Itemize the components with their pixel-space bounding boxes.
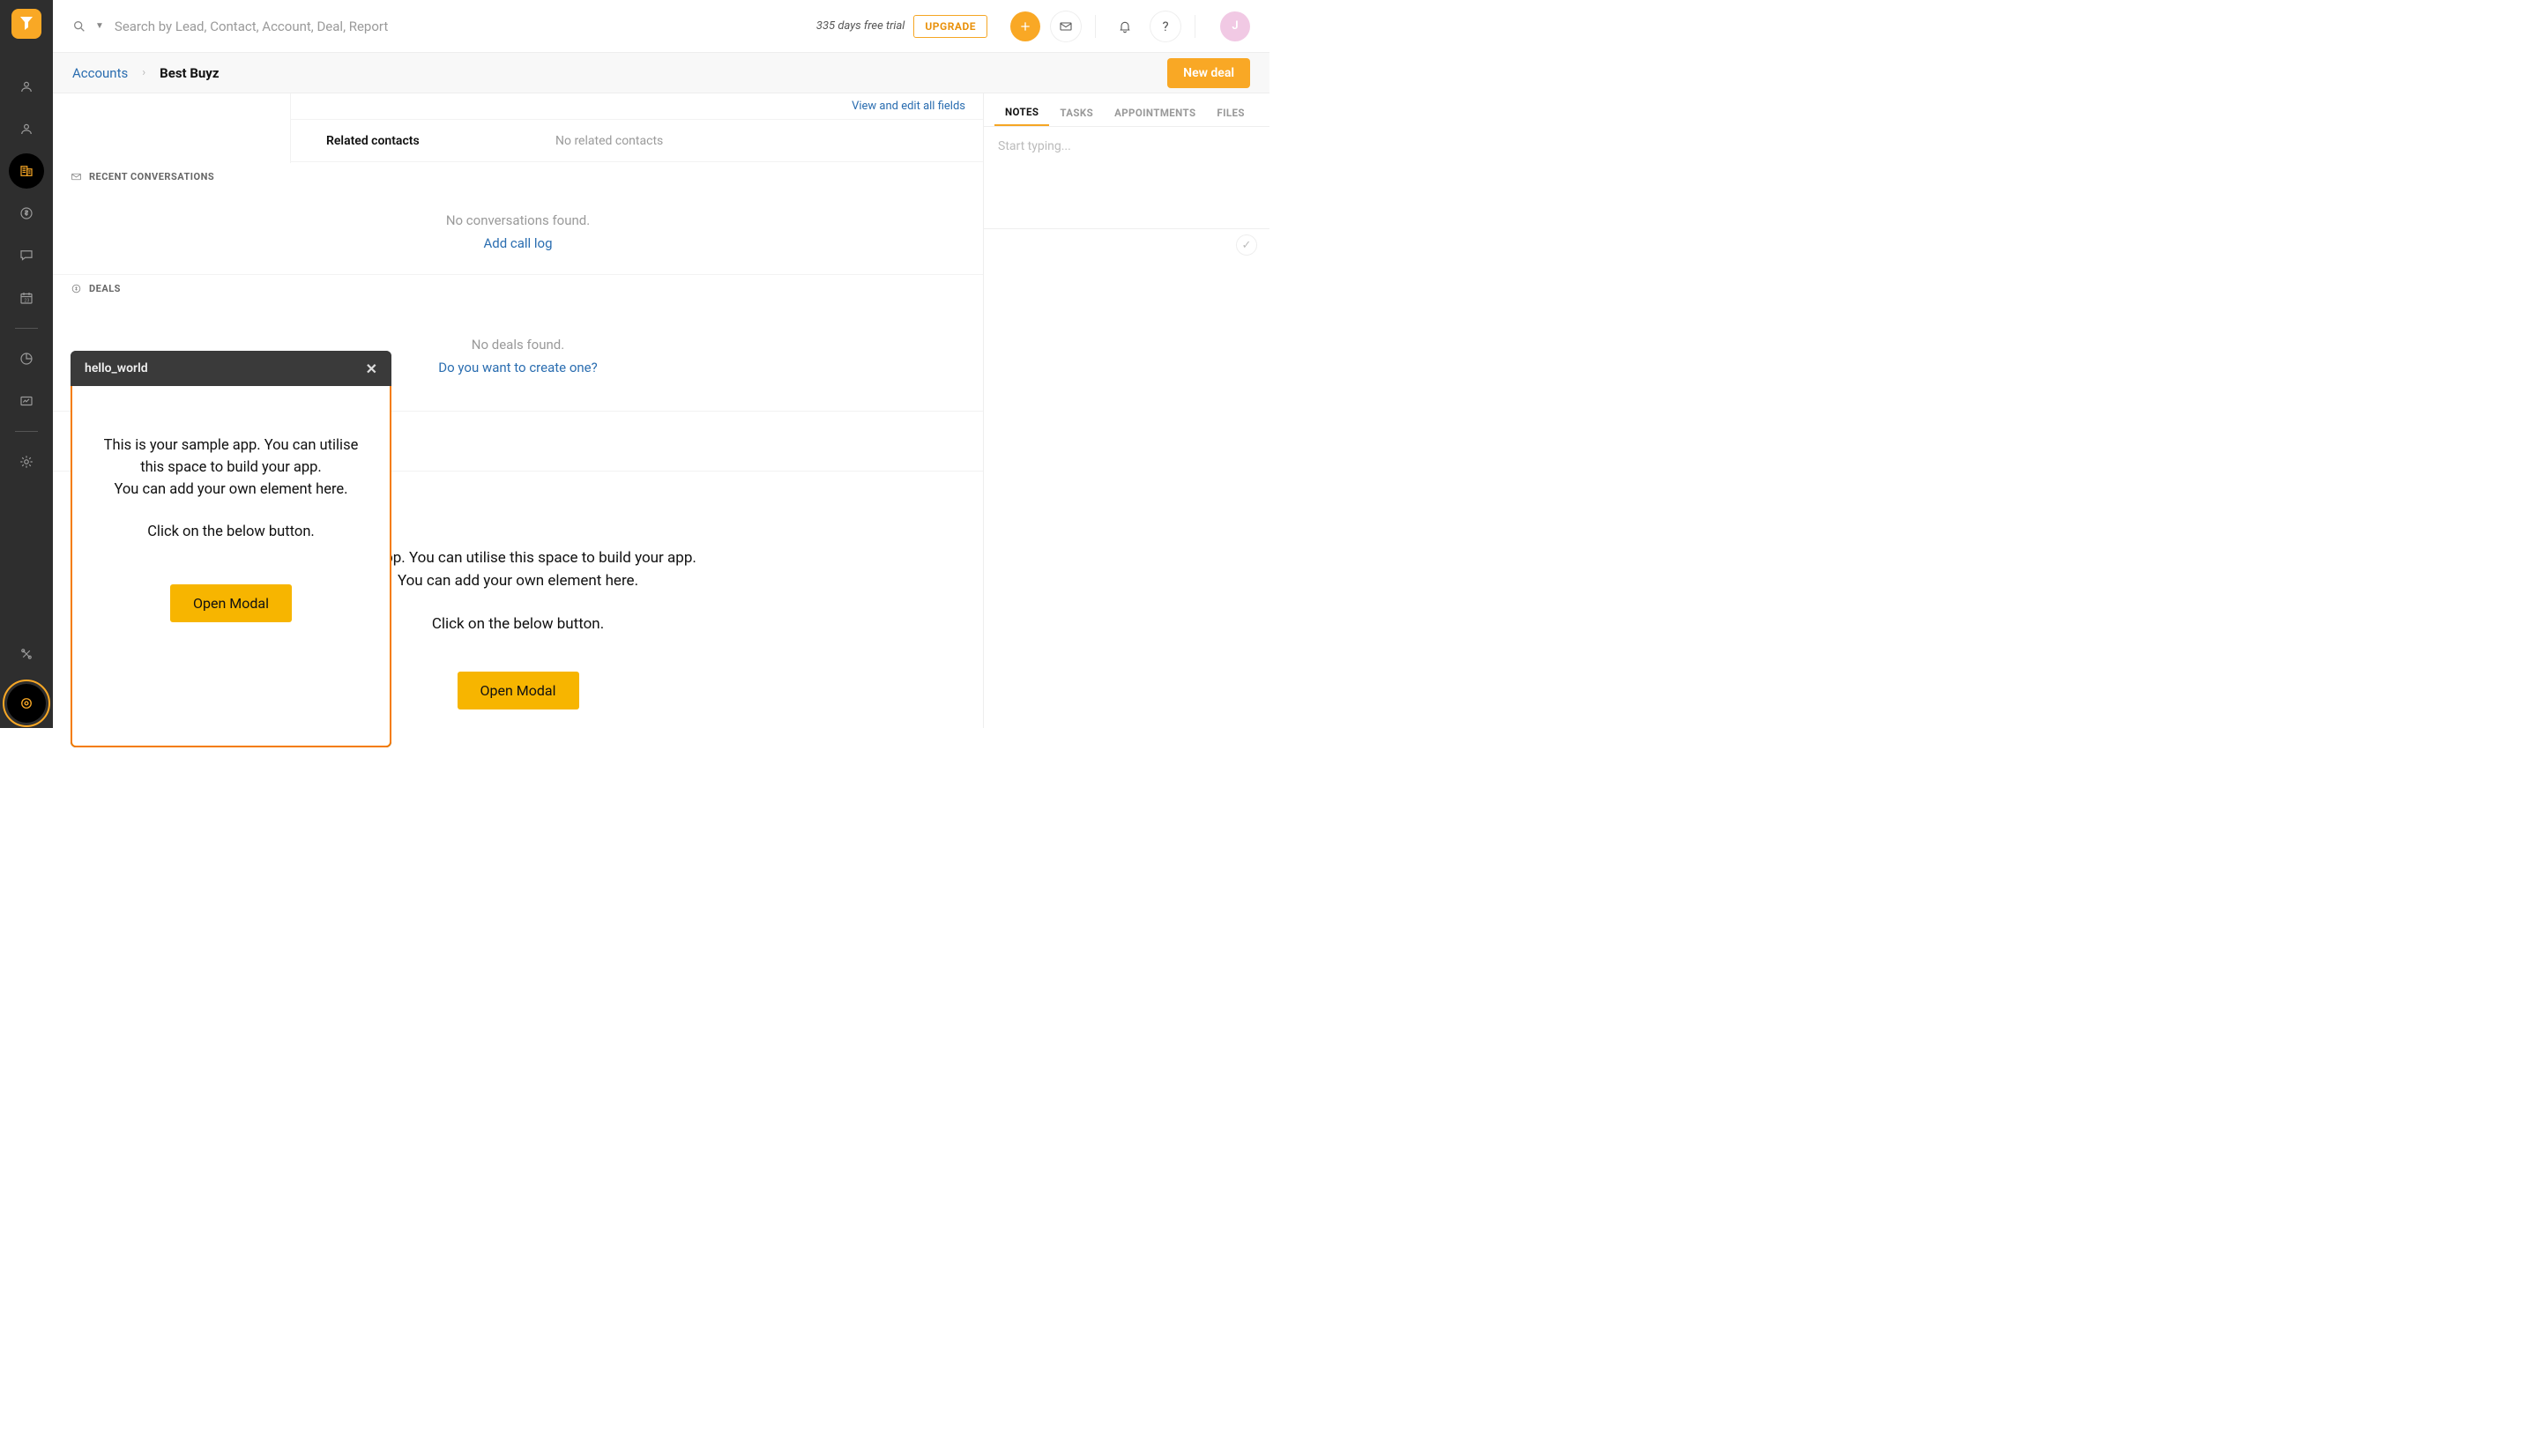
breadcrumb-bar: Accounts › Best Buyz New deal <box>53 53 1270 93</box>
trial-remaining: 335 days free trial <box>816 19 905 33</box>
nav-contacts[interactable] <box>9 111 44 146</box>
open-modal-button-popup[interactable]: Open Modal <box>170 584 292 622</box>
funnel-icon <box>19 16 34 32</box>
help-button[interactable]: ? <box>1150 11 1180 41</box>
nav-reports[interactable] <box>9 341 44 376</box>
nav-integrations[interactable] <box>7 635 46 673</box>
search-icon[interactable] <box>72 19 86 33</box>
view-edit-fields-link[interactable]: View and edit all fields <box>852 100 965 113</box>
breadcrumb-current: Best Buyz <box>160 65 219 81</box>
activity-sidepanel: NOTES TASKS APPOINTMENTS FILES Start typ… <box>983 93 1270 728</box>
nav-divider <box>15 328 38 329</box>
quick-add-button[interactable] <box>1010 11 1040 41</box>
tab-tasks[interactable]: TASKS <box>1049 107 1104 126</box>
close-icon[interactable]: ✕ <box>366 360 377 377</box>
user-avatar[interactable]: J <box>1220 11 1250 41</box>
add-call-log-link[interactable]: Add call log <box>71 235 965 251</box>
envelope-icon <box>71 171 82 182</box>
popup-header[interactable]: hello_world ✕ <box>71 351 391 386</box>
section-deals[interactable]: DEALS <box>53 275 983 301</box>
nav-settings[interactable] <box>9 444 44 479</box>
brand-logo[interactable] <box>11 9 41 39</box>
nav-accounts[interactable] <box>9 153 44 189</box>
nav-marketplace[interactable] <box>7 684 46 723</box>
nav-dashboards[interactable] <box>9 383 44 419</box>
global-search-input[interactable] <box>115 19 485 34</box>
nav-leads[interactable] <box>9 69 44 104</box>
left-nav-rail: 23 <box>0 0 53 728</box>
sidepanel-tabs: NOTES TASKS APPOINTMENTS FILES <box>984 93 1270 127</box>
nav-deals[interactable] <box>9 196 44 231</box>
search-scope-dropdown[interactable]: ▼ <box>95 21 104 31</box>
tab-appointments[interactable]: APPOINTMENTS <box>1104 107 1206 126</box>
email-button[interactable] <box>1051 11 1081 41</box>
nav-conversations[interactable] <box>9 238 44 273</box>
dollar-icon <box>71 283 82 294</box>
related-contacts-value: No related contacts <box>555 134 663 148</box>
conversations-empty: No conversations found. <box>71 212 965 228</box>
related-contacts-row: Related contacts No related contacts <box>291 120 983 162</box>
app-popup: hello_world ✕ This is your sample app. Y… <box>71 351 391 747</box>
save-note-button[interactable]: ✓ <box>1236 234 1257 256</box>
nav-divider-2 <box>15 431 38 432</box>
tab-notes[interactable]: NOTES <box>994 106 1049 126</box>
new-deal-button[interactable]: New deal <box>1167 58 1250 88</box>
topbar: ▼ 335 days free trial UPGRADE ? J <box>53 0 1270 53</box>
notes-editor[interactable]: Start typing... <box>984 127 1270 229</box>
related-contacts-label: Related contacts <box>291 134 555 148</box>
record-summary-placeholder <box>53 93 291 163</box>
upgrade-button[interactable]: UPGRADE <box>913 15 987 38</box>
tab-files[interactable]: FILES <box>1206 107 1255 126</box>
nav-calendar[interactable]: 23 <box>9 280 44 316</box>
svg-text:23: 23 <box>24 299 29 304</box>
chevron-right-icon: › <box>142 66 145 79</box>
breadcrumb-accounts[interactable]: Accounts <box>72 65 128 81</box>
popup-title: hello_world <box>85 361 148 375</box>
section-recent-conversations[interactable]: RECENT CONVERSATIONS <box>53 163 983 189</box>
notifications-button[interactable] <box>1110 11 1140 41</box>
open-modal-button-fullpage[interactable]: Open Modal <box>458 672 579 709</box>
